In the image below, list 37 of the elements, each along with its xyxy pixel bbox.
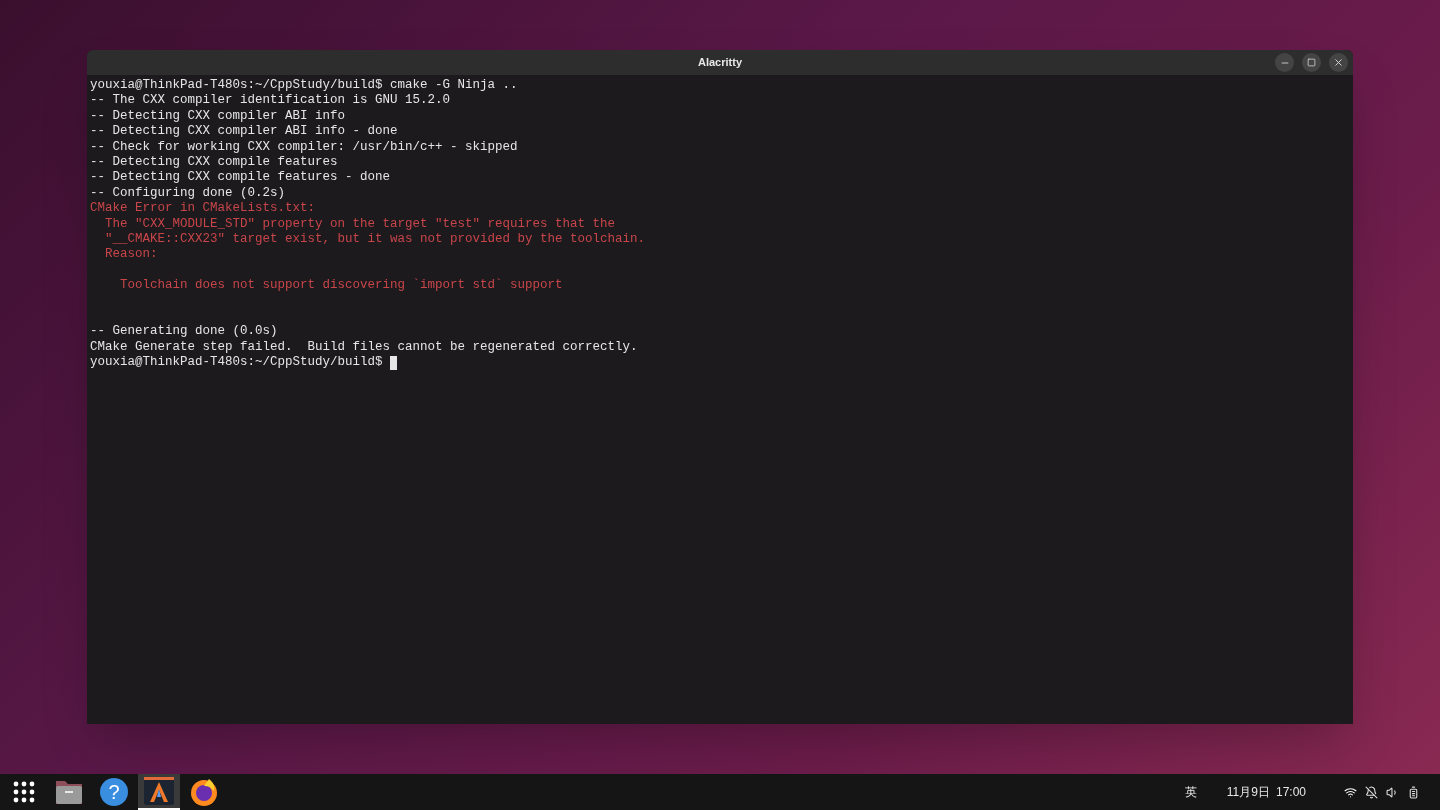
wifi-icon[interactable]	[1344, 785, 1357, 799]
error-line: Toolchain does not support discovering `import std` support	[119, 278, 563, 294]
notifications-off-icon[interactable]	[1365, 785, 1378, 799]
window-title: Alacritty	[698, 55, 742, 71]
volume-icon[interactable]	[1386, 785, 1399, 799]
terminal-line: youxia@ThinkPad-T480s:~/CppStudy/build$ cmake -G Ninja ..	[90, 78, 518, 94]
terminal-line: -- The CXX compiler identification is GNU 15.2.0	[90, 93, 451, 109]
close-icon	[1333, 57, 1344, 68]
terminal-line: -- Configuring done (0.2s)	[90, 185, 286, 202]
error-line: "__CMAKE::CXX23" target exist, but it was not provided by the toolchain.	[104, 232, 646, 248]
minimize-button[interactable]	[1275, 53, 1294, 72]
input-method-indicator[interactable]: 英	[1184, 783, 1197, 801]
text-cursor	[390, 355, 398, 370]
terminal-line: -- Check for working CXX compiler: /usr/bin/c++ - skipped	[90, 139, 518, 156]
terminal-app-icon	[144, 777, 174, 805]
dock-item[interactable]	[138, 774, 180, 810]
error-line: The "CXX_MODULE_STD" property on the target "test" requires that the	[104, 216, 616, 233]
terminal-line: -- Generating done (0.0s)	[90, 324, 278, 340]
terminal-line: -- Detecting CXX compile features - done	[90, 170, 391, 186]
app-grid-icon	[13, 781, 35, 803]
error-line: CMake Error in CMakeLists.txt:	[90, 201, 316, 217]
help-icon: ?	[100, 778, 128, 806]
clock[interactable]: 11月9日 17:00	[1226, 783, 1306, 801]
terminal-line: -- Detecting CXX compiler ABI info	[90, 108, 346, 125]
close-button[interactable]	[1329, 53, 1348, 72]
date-text: 11月9日	[1226, 784, 1270, 801]
browser-icon	[189, 777, 219, 807]
time-text: 17:00	[1275, 784, 1306, 801]
maximize-button[interactable]	[1302, 53, 1321, 72]
terminal-line: CMake Generate step failed. Build files cannot be regenerated correctly.	[90, 339, 638, 356]
terminal-prompt: youxia@ThinkPad-T480s:~/CppStudy/build$	[90, 355, 384, 371]
folder-icon	[54, 778, 84, 806]
maximize-icon	[1307, 58, 1316, 67]
terminal-line: -- Detecting CXX compile features	[90, 155, 338, 171]
error-line: Reason:	[104, 247, 158, 263]
terminal-line: -- Detecting CXX compiler ABI info - done	[90, 124, 398, 140]
battery-icon[interactable]	[1407, 785, 1420, 799]
